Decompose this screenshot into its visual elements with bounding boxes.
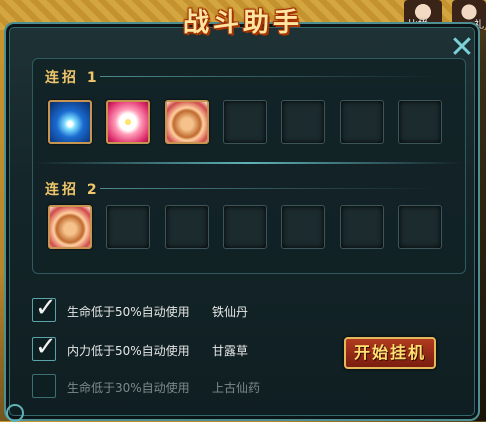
corner-ornament	[6, 404, 24, 422]
auto-hp-30-checkbox[interactable]	[32, 374, 56, 398]
empty-skill-slot[interactable]	[281, 205, 325, 249]
auto-mp-50-checkbox[interactable]: ✓	[32, 332, 57, 362]
empty-skill-slot[interactable]	[165, 205, 209, 249]
auto-hp-30-item: 上古仙药	[212, 381, 261, 395]
auto-hp-50-checkbox[interactable]: ✓	[32, 293, 57, 323]
combo-2-label: 连招 2	[45, 182, 100, 198]
empty-skill-slot[interactable]	[223, 100, 267, 144]
combo-2-divider	[100, 188, 440, 189]
auto-hp-30-label: 生命低于30%自动使用	[67, 381, 190, 395]
flower-skill-icon[interactable]	[106, 100, 150, 144]
empty-skill-slot[interactable]	[398, 100, 442, 144]
empty-skill-slot[interactable]	[398, 205, 442, 249]
empty-skill-slot[interactable]	[106, 205, 150, 249]
checkmark-icon: ✓	[35, 293, 57, 323]
fist-skill-icon[interactable]	[48, 205, 92, 249]
start-auto-battle-button[interactable]: 开始挂机	[344, 337, 436, 369]
checkmark-icon: ✓	[35, 332, 57, 362]
auto-mp-50-item: 甘露草	[212, 344, 249, 358]
auto-hp-50-label: 生命低于50%自动使用	[67, 305, 190, 319]
window-title: 战斗助手	[182, 8, 303, 38]
empty-skill-slot[interactable]	[340, 100, 384, 144]
combo-1-label: 连招 1	[45, 70, 100, 86]
combo-1-divider	[100, 76, 440, 77]
empty-skill-slot[interactable]	[281, 100, 325, 144]
auto-hp-50-item: 铁仙丹	[212, 305, 249, 319]
lightning-skill-icon[interactable]	[48, 100, 92, 144]
empty-skill-slot[interactable]	[223, 205, 267, 249]
combo-separator	[34, 162, 462, 164]
fist-skill-icon[interactable]	[165, 100, 209, 144]
auto-mp-50-label: 内力低于50%自动使用	[67, 344, 190, 358]
empty-skill-slot[interactable]	[340, 205, 384, 249]
